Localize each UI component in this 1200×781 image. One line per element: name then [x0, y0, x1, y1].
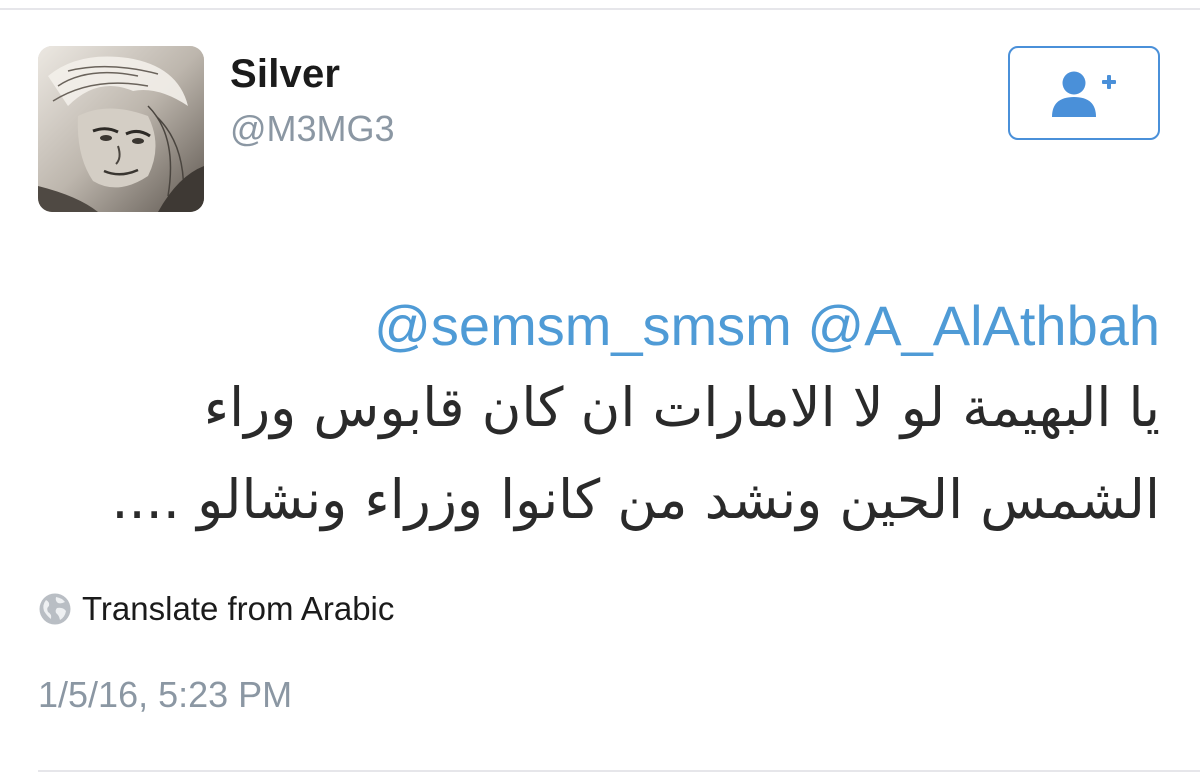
tweet-text-line: الشمس الحين ونشد من كانوا وزراء ونشالو .…: [111, 468, 1160, 531]
tweet-timestamp[interactable]: 1/5/16, 5:23 PM: [38, 674, 292, 716]
avatar[interactable]: [38, 46, 204, 212]
display-name[interactable]: Silver: [230, 52, 340, 97]
translate-link[interactable]: Translate from Arabic: [38, 590, 394, 628]
tweet-detail-view: Silver @M3MG3 @semsm_smsm @A_AlAthbah يا…: [0, 0, 1200, 781]
top-divider: [0, 8, 1200, 10]
translate-label: Translate from Arabic: [82, 590, 395, 627]
add-user-icon: [1052, 71, 1116, 117]
mentions-line: @semsm_smsm @A_AlAthbah: [40, 290, 1160, 362]
user-handle[interactable]: @M3MG3: [230, 108, 395, 150]
tweet-text: @semsm_smsm @A_AlAthbah يا البهيمة لو لا…: [40, 290, 1160, 546]
mention-link[interactable]: @A_AlAthbah: [807, 294, 1160, 357]
follow-button[interactable]: [1008, 46, 1160, 140]
bottom-divider: [38, 770, 1200, 772]
mention-link[interactable]: @semsm_smsm: [374, 294, 792, 357]
globe-icon: [39, 593, 71, 625]
tweet-text-line: يا البهيمة لو لا الامارات ان كان قابوس و…: [203, 376, 1160, 439]
avatar-sketch-portrait: [38, 46, 204, 212]
